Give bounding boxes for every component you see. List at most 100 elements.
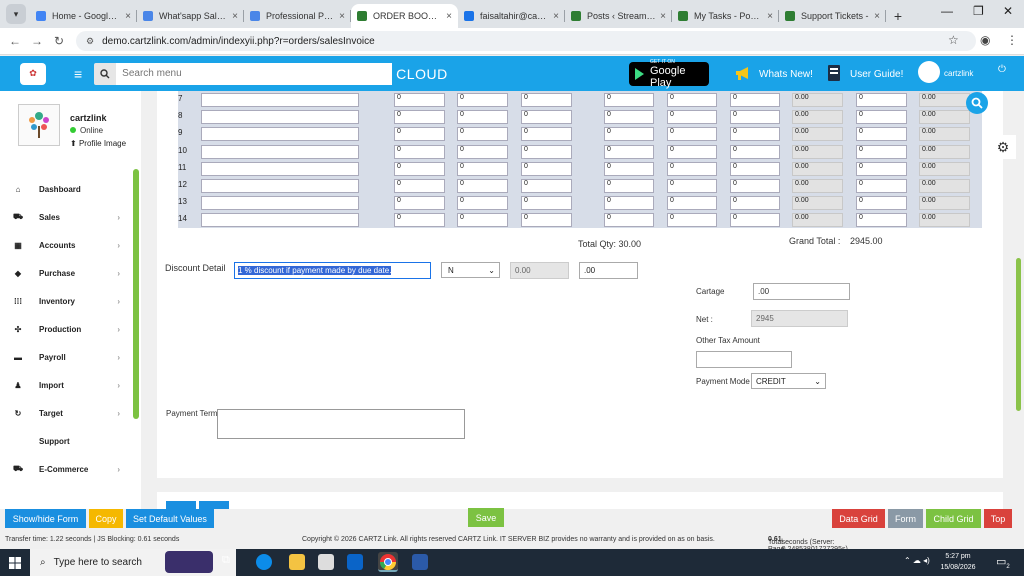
forward-icon[interactable]: → [26, 34, 48, 48]
grid-cell[interactable]: 0 [856, 110, 907, 125]
google-play-badge[interactable]: GET IT ON Google Play [629, 59, 709, 89]
tab-search-icon[interactable]: ▾ [6, 4, 26, 24]
taskbar-clock[interactable]: 5:27 pm 15/08/2026 [938, 551, 978, 573]
grid-cell[interactable]: 0 [394, 127, 445, 142]
sidebar-item-support[interactable]: Support [0, 428, 132, 454]
close-tab-icon[interactable]: × [553, 11, 559, 22]
restore-icon[interactable]: ❐ [973, 4, 984, 18]
item-name-input[interactable] [201, 144, 359, 159]
grid-cell[interactable]: 0 [457, 110, 508, 125]
sidebar-item-purchase[interactable]: ◆ Purchase › [0, 260, 132, 286]
notification-icon[interactable]: ▭2 [996, 555, 1010, 570]
back-icon[interactable]: ← [4, 34, 26, 48]
grid-cell[interactable]: 0 [604, 144, 654, 159]
grid-cell[interactable]: 0 [856, 127, 907, 142]
bookmark-star-icon[interactable]: ☆ [948, 33, 959, 47]
browser-tab[interactable]: My Tasks - Powere × [672, 4, 779, 28]
user-avatar[interactable] [918, 61, 940, 83]
save-button[interactable]: Save [468, 508, 504, 527]
discount-detail-input[interactable]: 1 % discount if payment made by due date… [234, 262, 431, 279]
close-tab-icon[interactable]: × [339, 11, 345, 22]
sidebar-item-accounts[interactable]: ▦ Accounts › [0, 232, 132, 258]
grid-cell[interactable]: 0 [457, 127, 508, 142]
grid-cell[interactable]: 0 [730, 127, 780, 142]
sidebar-item-target[interactable]: ↻ Target › [0, 400, 132, 426]
grid-cell[interactable]: 0 [856, 93, 907, 107]
chrome-icon[interactable] [378, 552, 398, 572]
megaphone-icon[interactable] [734, 64, 752, 82]
minimize-icon[interactable]: — [941, 4, 953, 18]
reload-icon[interactable]: ↻ [48, 34, 70, 48]
item-name-input[interactable] [201, 127, 359, 142]
browser-tab[interactable]: Professional Packa × [244, 4, 351, 28]
store-icon[interactable] [318, 554, 334, 570]
browser-tab[interactable]: What'sapp Sales M × [137, 4, 244, 28]
cartzlink-logo[interactable]: ✿ [20, 62, 46, 85]
form-button[interactable]: Form [888, 509, 923, 528]
windows-start-icon[interactable] [0, 556, 30, 569]
top-button[interactable]: Top [984, 509, 1012, 528]
grid-cell[interactable]: 0 [667, 127, 717, 142]
grid-cell[interactable]: 0 [457, 196, 508, 211]
grid-cell[interactable]: 0 [457, 93, 508, 107]
grid-cell[interactable]: 0 [604, 213, 654, 228]
cartage-input[interactable]: .00 [753, 283, 850, 300]
file-explorer-icon[interactable] [289, 554, 305, 570]
profile-icon[interactable]: ◉ [980, 33, 990, 47]
grid-cell[interactable]: 0 [521, 127, 572, 142]
grid-cell[interactable]: 0 [667, 213, 717, 228]
item-name-input[interactable] [201, 161, 359, 176]
grid-cell[interactable]: 0 [521, 179, 572, 193]
grid-cell[interactable]: 0 [730, 144, 780, 159]
close-tab-icon[interactable]: × [767, 11, 773, 22]
item-name-input[interactable] [201, 93, 359, 107]
sidebar-item-sales[interactable]: ⛟ Sales › [0, 204, 132, 230]
new-tab-button[interactable]: + [886, 8, 910, 24]
page-scrollbar[interactable] [1016, 258, 1021, 411]
grid-cell[interactable]: 0 [667, 179, 717, 193]
browser-tab[interactable]: Posts ‹ Streamline × [565, 4, 672, 28]
panel-button-2[interactable] [199, 501, 229, 509]
grid-cell[interactable]: 0 [730, 213, 780, 228]
grid-cell[interactable]: 0 [394, 213, 445, 228]
system-tray-icons[interactable]: ⌃ ☁ ◂) [904, 556, 930, 565]
user-guide-link[interactable]: User Guide! [850, 69, 903, 80]
grid-cell[interactable]: 0 [856, 196, 907, 211]
site-info-icon[interactable]: ⚙ [86, 36, 94, 47]
copy-button[interactable]: Copy [89, 509, 123, 528]
grid-cell[interactable]: 0 [604, 110, 654, 125]
grid-cell[interactable]: 0 [856, 161, 907, 176]
grid-cell[interactable]: 0 [730, 110, 780, 125]
grid-cell[interactable]: 0 [394, 196, 445, 211]
grid-cell[interactable]: 0 [730, 179, 780, 193]
browser-menu-icon[interactable]: ⋮ [1006, 33, 1018, 47]
url-field[interactable]: ⚙ demo.cartzlink.com/admin/indexyii.php?… [76, 31, 976, 51]
hamburger-menu-icon[interactable]: ≡ [74, 66, 82, 82]
settings-gear-icon[interactable]: ⚙ [990, 135, 1016, 159]
grid-cell[interactable]: 0 [667, 161, 717, 176]
panel-button-1[interactable] [166, 501, 196, 509]
grid-cell[interactable]: 0 [667, 144, 717, 159]
discount-flag-select[interactable]: N ⌄ [441, 262, 500, 278]
close-tab-icon[interactable]: × [232, 11, 238, 22]
browser-tab[interactable]: ORDER BOOKING × [351, 4, 458, 28]
edge-icon[interactable] [256, 554, 272, 570]
sidebar-item-production[interactable]: ✣ Production › [0, 316, 132, 342]
floating-search-icon[interactable] [966, 92, 988, 114]
browser-tab[interactable]: Home - Google D × [30, 4, 137, 28]
grid-cell[interactable]: 0 [856, 179, 907, 193]
grid-cell[interactable]: 0 [521, 93, 572, 107]
grid-cell[interactable]: 0 [394, 93, 445, 107]
item-name-input[interactable] [201, 179, 359, 193]
grid-cell[interactable]: 0 [521, 161, 572, 176]
grid-cell[interactable]: 0 [667, 93, 717, 107]
grid-cell[interactable]: 0 [457, 161, 508, 176]
grid-cell[interactable]: 0 [394, 179, 445, 193]
header-username[interactable]: cartzlink [944, 69, 973, 78]
other-tax-input[interactable] [696, 351, 792, 368]
grid-cell[interactable]: 0 [604, 161, 654, 176]
grid-cell[interactable]: 0 [457, 213, 508, 228]
app-window-icon[interactable] [412, 554, 428, 570]
close-tab-icon[interactable]: × [660, 11, 666, 22]
grid-cell[interactable]: 0 [394, 110, 445, 125]
